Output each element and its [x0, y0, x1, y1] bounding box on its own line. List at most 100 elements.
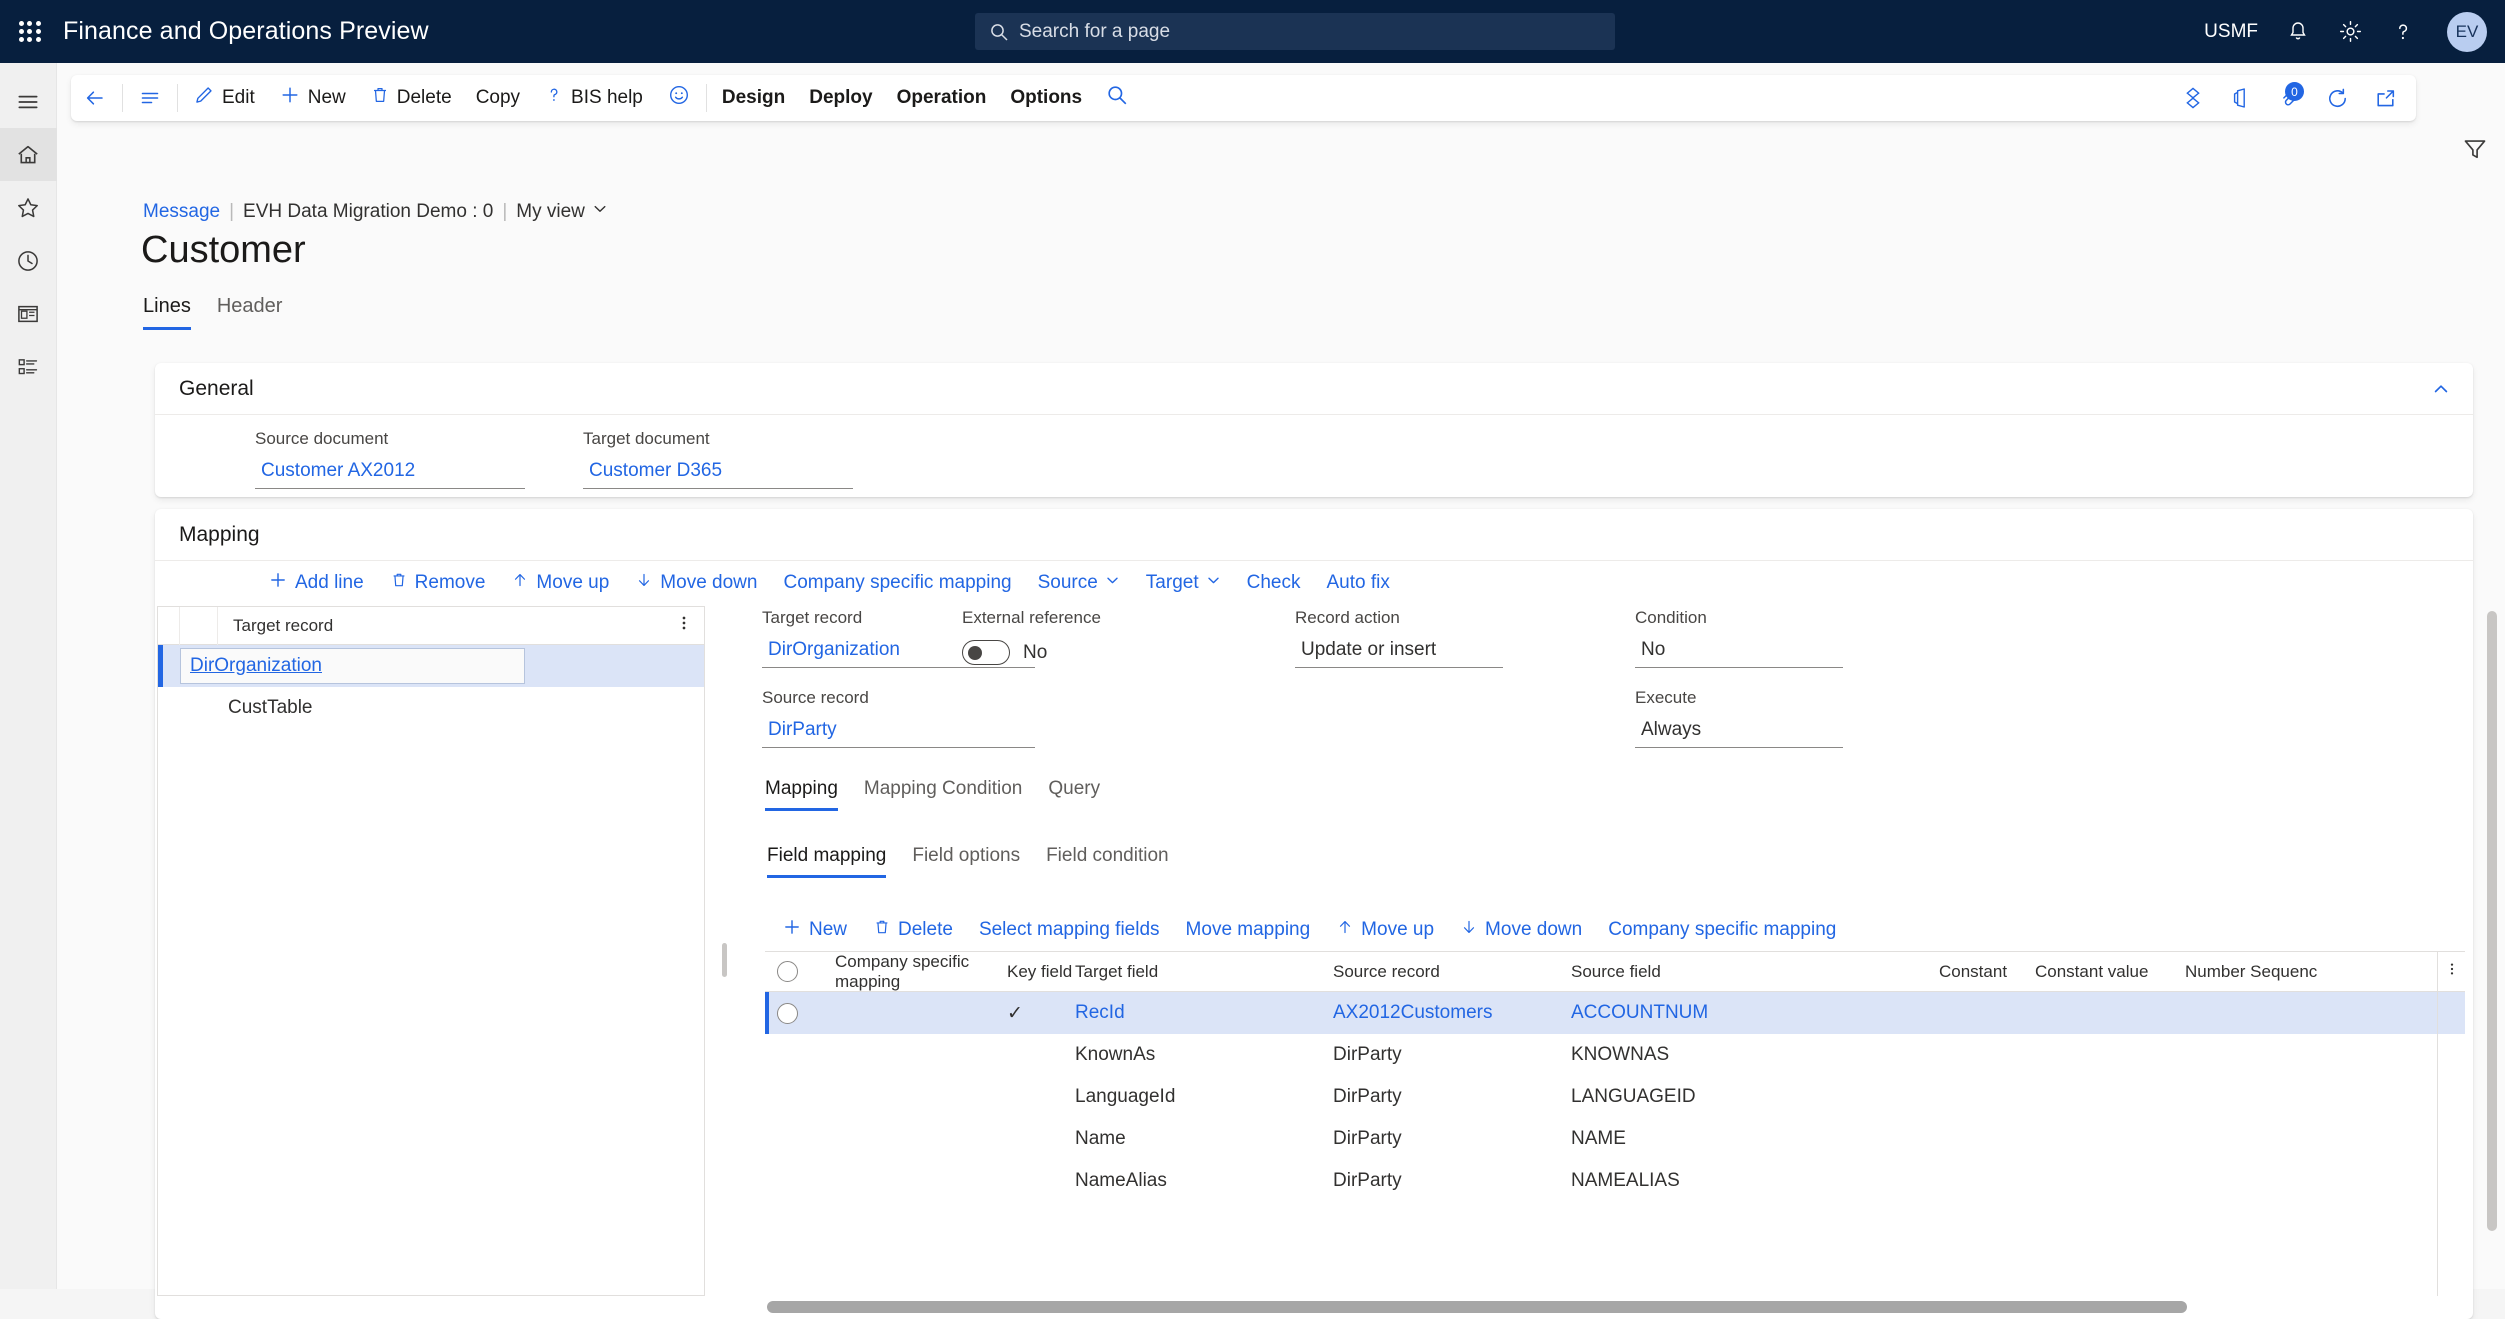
table-row[interactable]: KnownAs DirParty KNOWNAS	[765, 1034, 2465, 1076]
delete-button[interactable]: Delete	[358, 75, 464, 121]
cell-source-field[interactable]: ACCOUNTNUM	[1571, 1002, 1939, 1024]
open-in-new-window-icon[interactable]	[2364, 75, 2406, 121]
target-record-cell-editor[interactable]: DirOrganization	[180, 648, 525, 684]
command-search-button[interactable]	[1094, 75, 1140, 121]
sidebar-item-home[interactable]	[0, 128, 57, 181]
field-grid-horizontal-scrollbar-thumb[interactable]	[767, 1301, 2187, 1313]
auto-fix-button[interactable]: Auto fix	[1313, 561, 1402, 605]
field-move-down-button[interactable]: Move down	[1447, 908, 1595, 952]
copy-button[interactable]: Copy	[464, 75, 532, 121]
column-header-target-field[interactable]: Target field	[1075, 962, 1333, 982]
target-menu[interactable]: Target	[1133, 561, 1234, 605]
company-selector[interactable]: USMF	[2204, 21, 2258, 43]
cell-target-field[interactable]: RecId	[1075, 1002, 1333, 1024]
show-list-button[interactable]	[126, 75, 174, 121]
company-specific-mapping-button[interactable]: Company specific mapping	[770, 561, 1024, 605]
office-icon[interactable]	[2220, 75, 2262, 121]
attachments-icon[interactable]: 0	[2268, 75, 2310, 121]
cell-source-record[interactable]: DirParty	[1333, 1086, 1571, 1108]
cell-source-record[interactable]: DirParty	[1333, 1128, 1571, 1150]
row-checkbox[interactable]	[777, 1003, 798, 1024]
select-all-checkbox[interactable]	[777, 961, 798, 982]
filter-icon[interactable]	[2461, 135, 2489, 168]
cell-key-field[interactable]: ✓	[1007, 1002, 1075, 1025]
cell-target-field[interactable]: KnownAs	[1075, 1044, 1333, 1066]
breadcrumb-message-link[interactable]: Message	[143, 201, 220, 223]
source-menu[interactable]: Source	[1025, 561, 1133, 605]
deploy-menu[interactable]: Deploy	[797, 75, 884, 121]
grid-overflow-icon[interactable]	[676, 614, 692, 637]
target-document-input[interactable]: Customer D365	[583, 457, 853, 489]
tab-lines[interactable]: Lines	[143, 295, 191, 330]
back-button[interactable]	[71, 75, 119, 121]
cell-target-field[interactable]: Name	[1075, 1128, 1333, 1150]
chevron-up-icon[interactable]	[2425, 373, 2457, 405]
tab-field-condition[interactable]: Field condition	[1046, 845, 1169, 878]
power-apps-icon[interactable]	[2172, 75, 2214, 121]
column-header-company-specific-mapping[interactable]: Company specific mapping	[809, 952, 1007, 992]
options-menu[interactable]: Options	[998, 75, 1094, 121]
cell-target-field[interactable]: NameAlias	[1075, 1170, 1333, 1192]
table-row[interactable]: LanguageId DirParty LANGUAGEID	[765, 1076, 2465, 1118]
add-line-button[interactable]: Add line	[255, 561, 377, 605]
page-vertical-scrollbar[interactable]	[2487, 611, 2497, 1271]
move-up-button[interactable]: Move up	[498, 561, 622, 605]
column-header-constant[interactable]: Constant	[1939, 962, 2035, 982]
cell-source-field[interactable]: LANGUAGEID	[1571, 1086, 1939, 1108]
select-mapping-fields-button[interactable]: Select mapping fields	[966, 908, 1173, 952]
hamburger-menu-icon[interactable]	[0, 75, 57, 128]
field-move-up-button[interactable]: Move up	[1323, 908, 1447, 952]
target-record-column-header[interactable]: Target record	[218, 616, 704, 636]
column-header-number-sequence[interactable]: Number Sequenc	[2185, 962, 2355, 982]
cell-source-field[interactable]: KNOWNAS	[1571, 1044, 1939, 1066]
source-document-input[interactable]: Customer AX2012	[255, 457, 525, 489]
move-mapping-button[interactable]: Move mapping	[1173, 908, 1324, 952]
column-header-constant-value[interactable]: Constant value	[2035, 962, 2185, 982]
column-header-source-record[interactable]: Source record	[1333, 962, 1571, 982]
table-row[interactable]: CustTable	[158, 687, 704, 729]
new-button[interactable]: New	[267, 75, 358, 121]
edit-button[interactable]: Edit	[181, 75, 267, 121]
field-delete-button[interactable]: Delete	[860, 908, 966, 952]
tab-header[interactable]: Header	[217, 295, 283, 330]
cell-source-record[interactable]: DirParty	[1333, 1044, 1571, 1066]
tab-mapping[interactable]: Mapping	[765, 778, 838, 811]
move-down-button[interactable]: Move down	[622, 561, 770, 605]
execute-input[interactable]: Always	[1635, 716, 1843, 748]
table-row[interactable]: NameAlias DirParty NAMEALIAS	[765, 1160, 2465, 1202]
tab-field-options[interactable]: Field options	[912, 845, 1020, 878]
tab-query[interactable]: Query	[1048, 778, 1100, 811]
avatar[interactable]: EV	[2447, 12, 2487, 52]
feedback-button[interactable]	[655, 75, 703, 121]
gear-icon[interactable]	[2338, 19, 2363, 44]
record-action-input[interactable]: Update or insert	[1295, 636, 1503, 668]
tab-mapping-condition[interactable]: Mapping Condition	[864, 778, 1022, 811]
field-new-button[interactable]: New	[769, 908, 860, 952]
sidebar-item-recent[interactable]	[0, 234, 57, 287]
column-header-source-field[interactable]: Source field	[1571, 962, 1939, 982]
waffle-icon[interactable]	[15, 17, 45, 47]
sidebar-item-favorites[interactable]	[0, 181, 57, 234]
remove-button[interactable]: Remove	[377, 561, 499, 605]
external-reference-toggle[interactable]	[962, 640, 1010, 665]
table-row[interactable]: ✓ RecId AX2012Customers ACCOUNTNUM	[765, 992, 2465, 1034]
cell-source-field[interactable]: NAMEALIAS	[1571, 1170, 1939, 1192]
grid-overflow-icon[interactable]	[2445, 960, 2459, 983]
sidebar-item-modules[interactable]	[0, 340, 57, 393]
condition-input[interactable]: No	[1635, 636, 1843, 668]
field-company-specific-mapping-button[interactable]: Company specific mapping	[1595, 908, 1849, 952]
sidebar-item-workspaces[interactable]	[0, 287, 57, 340]
column-header-key-field[interactable]: Key field	[1007, 962, 1075, 982]
cell-source-record[interactable]: DirParty	[1333, 1170, 1571, 1192]
operation-menu[interactable]: Operation	[885, 75, 999, 121]
page-vertical-scrollbar-thumb[interactable]	[2487, 611, 2497, 1231]
design-menu[interactable]: Design	[710, 75, 797, 121]
table-row[interactable]: DirOrganization	[158, 645, 704, 687]
view-selector[interactable]: My view	[516, 201, 608, 223]
bell-icon[interactable]	[2286, 20, 2310, 44]
field-grid-horizontal-scrollbar[interactable]	[767, 1301, 2462, 1313]
refresh-icon[interactable]	[2316, 75, 2358, 121]
bis-help-button[interactable]: BIS help	[532, 75, 655, 121]
pane-splitter-handle[interactable]	[722, 943, 727, 977]
global-search-input[interactable]: Search for a page	[975, 13, 1615, 50]
